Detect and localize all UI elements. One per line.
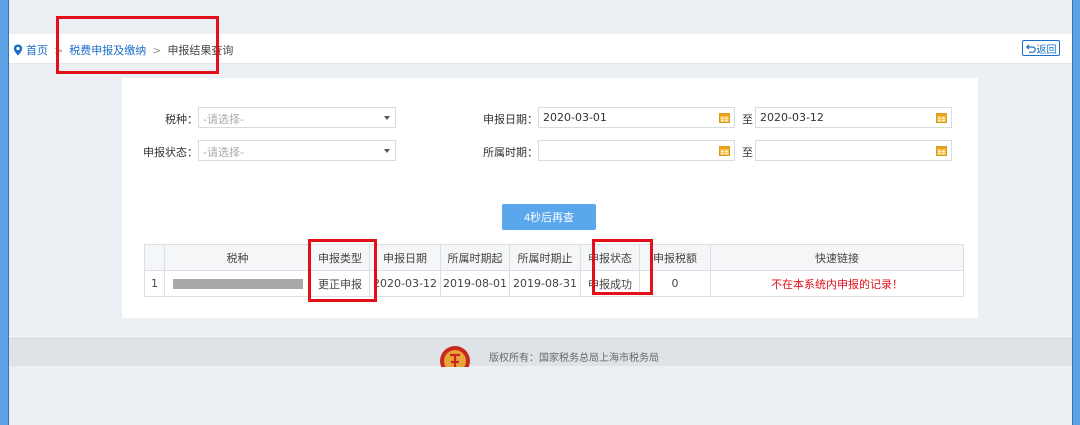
- period-from[interactable]: [538, 140, 735, 161]
- tax-type-select[interactable]: -请选择-: [198, 107, 396, 128]
- col-tax-type-header: 税种: [164, 244, 311, 271]
- declaration-date-from-value: 2020-03-01: [543, 111, 607, 124]
- declaration-status-placeholder: -请选择-: [203, 146, 244, 159]
- breadcrumb-separator: >: [152, 43, 162, 57]
- declaration-date-from[interactable]: 2020-03-01: [538, 107, 735, 128]
- chevron-down-icon: [384, 149, 390, 153]
- redacted-tax-type: [172, 279, 303, 289]
- calendar-icon[interactable]: [936, 112, 947, 123]
- row-decl-type: 更正申报: [310, 270, 370, 297]
- col-amount-header: 申报税额: [639, 244, 711, 271]
- row-quick-link[interactable]: 不在本系统内申报的记录！: [710, 270, 964, 297]
- footer: 版权所有：国家税务总局上海市税务局: [9, 338, 1072, 367]
- declaration-date-to-label: 至: [742, 113, 753, 126]
- back-button-label: 返回: [1036, 44, 1057, 56]
- requery-button[interactable]: 4秒后再查: [502, 204, 596, 230]
- tax-emblem-icon: [439, 345, 471, 367]
- declaration-date-to[interactable]: 2020-03-12: [755, 107, 952, 128]
- table-header-row: 税种 申报类型 申报日期 所属时期起 所属时期止 申报状态 申报税额 快速链接: [144, 244, 964, 271]
- tax-type-placeholder: -请选择-: [203, 113, 244, 126]
- declaration-status-label: 申报状态：: [143, 146, 198, 159]
- breadcrumb: 首页 > 税费申报及缴纳 > 申报结果查询: [13, 42, 233, 58]
- col-period-end-header: 所属时期止: [509, 244, 581, 271]
- col-period-start-header: 所属时期起: [440, 244, 510, 271]
- tax-type-label: 税种：: [165, 113, 198, 126]
- declaration-status-select[interactable]: -请选择-: [198, 140, 396, 161]
- period-to[interactable]: [755, 140, 952, 161]
- window-frame-right: [1072, 0, 1080, 425]
- chevron-down-icon: [384, 116, 390, 120]
- location-pin-icon: [13, 44, 23, 56]
- breadcrumb-bar: 首页 > 税费申报及缴纳 > 申报结果查询 返回: [9, 34, 1072, 64]
- page-content: 首页 > 税费申报及缴纳 > 申报结果查询 返回 税种： -请选择- 申报日期：…: [9, 0, 1072, 425]
- col-decl-type-header: 申报类型: [310, 244, 370, 271]
- back-arrow-icon: [1025, 44, 1036, 53]
- row-status: 申报成功: [580, 270, 640, 297]
- query-panel: 税种： -请选择- 申报日期： 2020-03-01 至 2020-03-12: [122, 78, 978, 318]
- breadcrumb-home[interactable]: 首页: [26, 42, 48, 58]
- col-quick-link-header: 快速链接: [710, 244, 964, 271]
- col-status-header: 申报状态: [580, 244, 640, 271]
- period-to-label: 至: [742, 146, 753, 159]
- row-tax-type: [164, 270, 311, 297]
- row-amount: 0: [639, 270, 711, 297]
- row-period-end: 2019-08-31: [509, 270, 581, 297]
- back-button[interactable]: 返回: [1022, 40, 1060, 56]
- breadcrumb-current: 申报结果查询: [167, 44, 234, 57]
- breadcrumb-tax-filing[interactable]: 税费申报及缴纳: [69, 42, 146, 58]
- result-table: 税种 申报类型 申报日期 所属时期起 所属时期止 申报状态 申报税额 快速链接 …: [144, 244, 964, 297]
- row-period-start: 2019-08-01: [440, 270, 510, 297]
- calendar-icon[interactable]: [936, 145, 947, 156]
- table-row: 1 更正申报 2020-03-12 2019-08-01 2019-08-31 …: [144, 270, 964, 297]
- col-index-header: [144, 244, 165, 271]
- row-index: 1: [144, 270, 165, 297]
- window-frame-left: [0, 0, 9, 425]
- declaration-date-label: 申报日期：: [483, 113, 538, 126]
- declaration-date-to-value: 2020-03-12: [760, 111, 824, 124]
- footer-copyright: 版权所有：国家税务总局上海市税务局: [489, 353, 659, 364]
- period-label: 所属时期：: [483, 146, 538, 159]
- calendar-icon[interactable]: [719, 145, 730, 156]
- calendar-icon[interactable]: [719, 112, 730, 123]
- col-decl-date-header: 申报日期: [369, 244, 441, 271]
- top-strip: [9, 0, 1072, 34]
- breadcrumb-separator: >: [54, 43, 64, 57]
- row-decl-date: 2020-03-12: [369, 270, 441, 297]
